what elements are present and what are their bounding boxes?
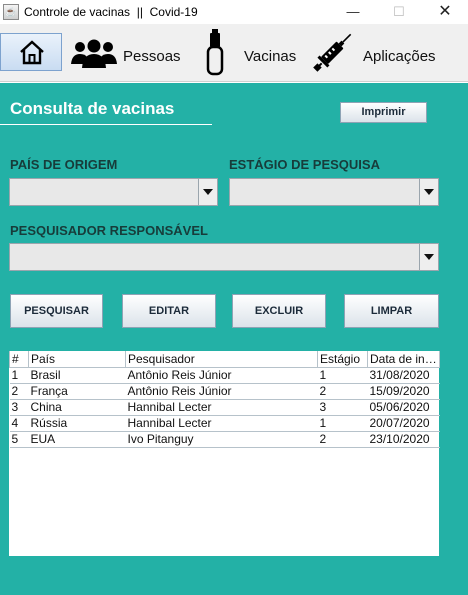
cell-country: EUA — [28, 430, 126, 448]
table-row[interactable]: 2 França Antônio Reis Júnior 2 15/09/202… — [9, 382, 440, 400]
table-row[interactable]: 5 EUA Ivo Pitanguy 2 23/10/2020 — [9, 430, 440, 448]
clear-button[interactable]: LIMPAR — [344, 294, 439, 328]
cell-researcher: Hannibal Lecter — [125, 414, 318, 432]
researcher-combo[interactable] — [9, 243, 439, 271]
origin-country-combo[interactable] — [9, 178, 218, 206]
cell-country: Brasil — [28, 366, 126, 384]
vaccines-table[interactable]: # País Pesquisador Estágio Data de iní..… — [9, 351, 440, 448]
cell-country: China — [28, 398, 126, 416]
column-header-stage[interactable]: Estágio — [317, 351, 368, 368]
toolbar-item-pessoas[interactable]: Pessoas — [70, 28, 182, 76]
cell-stage: 1 — [317, 414, 368, 432]
origin-country-label: PAÍS DE ORIGEM — [10, 157, 118, 172]
cell-researcher: Hannibal Lecter — [125, 398, 318, 416]
cell-start-date: 23/10/2020 — [367, 430, 440, 448]
cell-number: 1 — [9, 366, 29, 384]
research-stage-combo[interactable] — [229, 178, 439, 206]
vaccines-table-panel[interactable]: # País Pesquisador Estágio Data de iní..… — [9, 351, 440, 556]
cell-country: Rússia — [28, 414, 126, 432]
maximize-button[interactable]: ☐ — [376, 0, 422, 24]
cell-country: França — [28, 382, 126, 400]
title-underline — [0, 124, 212, 125]
cell-stage: 2 — [317, 382, 368, 400]
close-button[interactable]: ✕ — [422, 0, 468, 24]
window-title: Controle de vacinas || Covid-19 — [24, 5, 198, 19]
toolbar-item-label: Aplicações — [363, 48, 436, 65]
cell-stage: 2 — [317, 430, 368, 448]
edit-button[interactable]: EDITAR — [122, 294, 216, 328]
column-header-researcher[interactable]: Pesquisador — [125, 351, 318, 368]
cell-start-date: 05/06/2020 — [367, 398, 440, 416]
chevron-down-icon[interactable] — [419, 179, 438, 205]
home-button[interactable] — [0, 33, 62, 71]
cell-researcher: Antônio Reis Júnior — [125, 366, 318, 384]
cell-stage: 1 — [317, 366, 368, 384]
table-header-row: # País Pesquisador Estágio Data de iní..… — [9, 351, 440, 368]
chevron-down-icon[interactable] — [419, 244, 438, 270]
print-button[interactable]: Imprimir — [340, 102, 427, 123]
cell-start-date: 31/08/2020 — [367, 366, 440, 384]
java-app-icon: ☕ — [3, 4, 19, 20]
delete-button[interactable]: EXCLUIR — [232, 294, 326, 328]
cell-number: 5 — [9, 430, 29, 448]
toolbar-item-aplicacoes[interactable]: Aplicações — [310, 28, 460, 76]
cell-number: 4 — [9, 414, 29, 432]
page-title: Consulta de vacinas — [10, 99, 175, 118]
researcher-label: PESQUISADOR RESPONSÁVEL — [10, 223, 208, 238]
search-button[interactable]: PESQUISAR — [10, 294, 103, 328]
minimize-button[interactable]: — — [330, 0, 376, 24]
chevron-down-icon[interactable] — [198, 179, 217, 205]
house-icon — [20, 40, 44, 65]
app-window: ☕ Controle de vacinas || Covid-19 — ☐ ✕ … — [0, 0, 468, 595]
column-header-number[interactable]: # — [9, 351, 29, 368]
cell-stage: 3 — [317, 398, 368, 416]
cell-number: 2 — [9, 382, 29, 400]
table-row[interactable]: 4 Rússia Hannibal Lecter 1 20/07/2020 — [9, 414, 440, 432]
cell-researcher: Antônio Reis Júnior — [125, 382, 318, 400]
people-icon — [71, 39, 117, 68]
cell-start-date: 15/09/2020 — [367, 382, 440, 400]
table-row[interactable]: 1 Brasil Antônio Reis Júnior 1 31/08/202… — [9, 366, 440, 384]
cell-researcher: Ivo Pitanguy — [125, 430, 318, 448]
toolbar-item-label: Vacinas — [244, 48, 297, 65]
main-toolbar: Pessoas Vacinas Aplicações — [0, 24, 468, 82]
syringe-icon — [313, 33, 352, 72]
vial-icon — [206, 29, 224, 76]
column-header-country[interactable]: País — [28, 351, 126, 368]
column-header-start-date[interactable]: Data de iní... — [367, 351, 440, 368]
toolbar-item-vacinas[interactable]: Vacinas — [205, 28, 305, 76]
consulta-vacinas-panel: Consulta de vacinas Imprimir PAÍS DE ORI… — [0, 83, 468, 595]
table-row[interactable]: 3 China Hannibal Lecter 3 05/06/2020 — [9, 398, 440, 416]
cell-number: 3 — [9, 398, 29, 416]
toolbar-item-label: Pessoas — [123, 48, 181, 65]
cell-start-date: 20/07/2020 — [367, 414, 440, 432]
research-stage-label: ESTÁGIO DE PESQUISA — [229, 157, 380, 172]
title-bar: ☕ Controle de vacinas || Covid-19 — ☐ ✕ — [0, 0, 468, 24]
